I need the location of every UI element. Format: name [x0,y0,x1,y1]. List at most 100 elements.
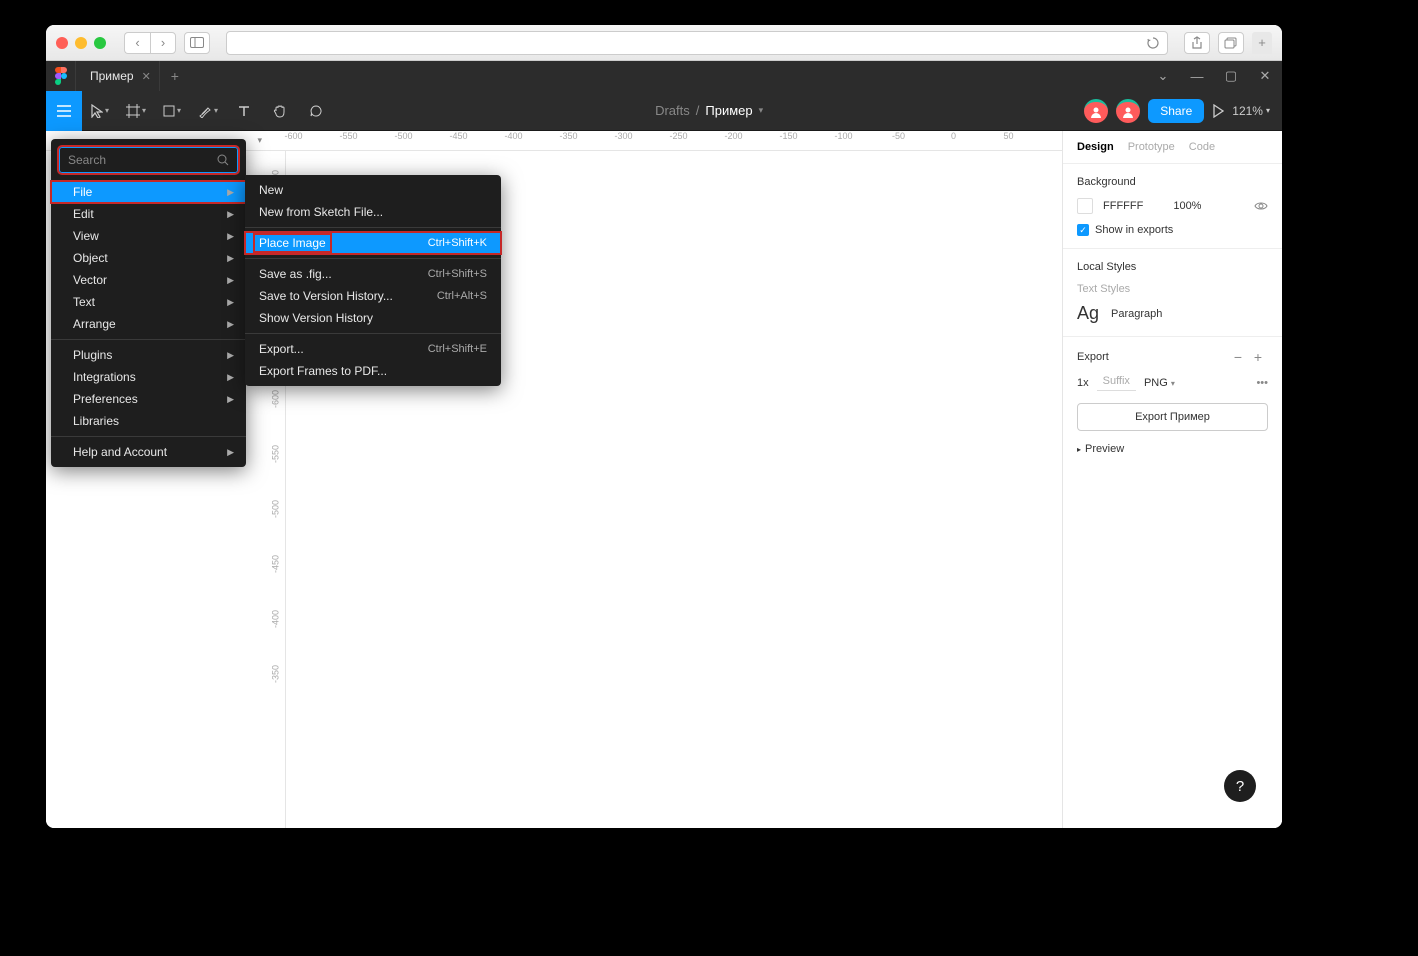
chevron-right-icon: ▶ [227,394,234,405]
menu-item-help-and-account[interactable]: Help and Account▶ [51,441,246,463]
figma-tab-strip: Пример ✕ + ⌄ — ▢ ✕ [46,61,1282,91]
menu-item-file[interactable]: File▶ [51,181,246,203]
submenu-item-place-image[interactable]: Place ImageCtrl+Shift+K [245,232,501,254]
window-maximize-icon[interactable]: ▢ [1214,68,1248,84]
menu-item-arrange[interactable]: Arrange▶ [51,313,246,335]
present-button[interactable] [1212,104,1224,118]
ruler-horizontal: -600-550-500-450-400-350-300-250-200-150… [266,131,1062,151]
local-styles-section: Local Styles Text Styles Ag Paragraph [1063,249,1282,337]
minimize-window-icon[interactable] [75,37,87,49]
menu-item-libraries[interactable]: Libraries [51,410,246,432]
window-controls: ⌄ — ▢ ✕ [1146,61,1282,91]
window-close-icon[interactable]: ✕ [1248,68,1282,84]
menu-item-text[interactable]: Text▶ [51,291,246,313]
hamburger-icon [56,105,72,117]
menu-item-preferences[interactable]: Preferences▶ [51,388,246,410]
frame-tool[interactable]: ▾ [118,91,154,131]
search-icon [217,154,229,166]
tabs-icon[interactable] [1218,32,1244,54]
background-section: Background FFFFFF 100% ✓ Show in exports [1063,164,1282,249]
main-menu-button[interactable] [46,91,82,131]
share-icon[interactable] [1184,32,1210,54]
hand-icon [273,104,287,118]
square-icon [163,105,175,117]
close-tab-icon[interactable]: ✕ [142,70,151,83]
chevron-right-icon: ▶ [227,209,234,220]
minus-icon[interactable]: − [1228,349,1248,365]
comment-icon [309,104,323,118]
menu-item-integrations[interactable]: Integrations▶ [51,366,246,388]
preview-toggle[interactable]: ▸ Preview [1077,443,1268,455]
file-tab[interactable]: Пример ✕ [76,61,160,91]
menu-item-plugins[interactable]: Plugins▶ [51,344,246,366]
submenu-item-show-version-history[interactable]: Show Version History [245,307,501,329]
add-tab-button[interactable]: + [160,61,190,91]
submenu-item-export-frames-to-pdf-[interactable]: Export Frames to PDF... [245,360,501,382]
maximize-window-icon[interactable] [94,37,106,49]
shape-tool[interactable]: ▾ [154,91,190,131]
zoom-control[interactable]: 121%▾ [1232,104,1270,118]
safari-toolbar: ‹ › + [46,25,1282,61]
hand-tool[interactable] [262,91,298,131]
tab-prototype[interactable]: Prototype [1128,141,1175,153]
new-tab-button[interactable]: + [1252,32,1272,54]
panel-tabs: Design Prototype Code [1063,131,1282,164]
move-tool[interactable]: ▾ [82,91,118,131]
style-paragraph[interactable]: Ag Paragraph [1077,303,1268,324]
menu-item-edit[interactable]: Edit▶ [51,203,246,225]
pen-tool[interactable]: ▾ [190,91,226,131]
menu-item-vector[interactable]: Vector▶ [51,269,246,291]
more-icon[interactable]: ••• [1256,377,1268,389]
address-bar[interactable] [226,31,1168,55]
export-suffix-input[interactable]: Suffix [1097,375,1136,391]
export-scale[interactable]: 1x [1077,377,1089,389]
reload-icon[interactable] [1147,37,1159,49]
submenu-item-new-from-sketch-file-[interactable]: New from Sketch File... [245,201,501,223]
submenu-item-new[interactable]: New [245,179,501,201]
main-menu-popup: Search File▶Edit▶View▶Object▶Vector▶Text… [51,139,246,467]
nav-buttons: ‹ › [124,32,176,54]
tab-design[interactable]: Design [1077,141,1114,153]
window-chevron-icon[interactable]: ⌄ [1146,68,1180,84]
close-window-icon[interactable] [56,37,68,49]
visibility-icon[interactable] [1254,201,1268,211]
chevron-right-icon: ▶ [227,447,234,458]
forward-button[interactable]: › [150,32,176,54]
submenu-item-save-to-version-history-[interactable]: Save to Version History...Ctrl+Alt+S [245,285,501,307]
submenu-item-save-as-fig-[interactable]: Save as .fig...Ctrl+Shift+S [245,263,501,285]
chevron-right-icon: ▶ [227,187,234,198]
chevron-right-icon: ▶ [227,231,234,242]
sidebar-toggle-icon[interactable] [184,32,210,54]
tab-code[interactable]: Code [1189,141,1215,153]
chevron-down-icon: ▾ [759,105,764,116]
text-tool[interactable] [226,91,262,131]
menu-item-view[interactable]: View▶ [51,225,246,247]
checkbox-show-exports[interactable]: ✓ [1077,224,1089,236]
submenu-item-export-[interactable]: Export...Ctrl+Shift+E [245,338,501,360]
properties-panel: Design Prototype Code Background FFFFFF … [1062,131,1282,828]
menu-item-object[interactable]: Object▶ [51,247,246,269]
export-button[interactable]: Export Пример [1077,403,1268,431]
opacity-value[interactable]: 100% [1173,200,1201,212]
pen-icon [198,104,212,118]
export-format[interactable]: PNG ▾ [1144,377,1175,389]
comment-tool[interactable] [298,91,334,131]
traffic-lights [56,37,106,49]
share-button[interactable]: Share [1148,99,1204,123]
color-swatch[interactable] [1077,198,1093,214]
color-hex[interactable]: FFFFFF [1103,200,1143,212]
figma-home-icon[interactable] [46,61,76,91]
plus-icon[interactable]: + [1248,349,1268,365]
back-button[interactable]: ‹ [124,32,150,54]
safari-right: + [1184,32,1272,54]
workspace: ▾ -600-550-500-450-400-350-300-250-200-1… [46,131,1282,828]
help-button[interactable]: ? [1224,770,1256,802]
breadcrumb[interactable]: Drafts / Пример ▾ [334,103,1084,118]
chevron-right-icon: ▶ [227,297,234,308]
avatar[interactable] [1084,99,1108,123]
app-window: ‹ › + Пример ✕ + ⌄ [46,25,1282,828]
avatar[interactable] [1116,99,1140,123]
menu-search-input[interactable]: Search [59,147,238,173]
cursor-icon [91,104,103,118]
window-minimize-icon[interactable]: — [1180,69,1214,84]
